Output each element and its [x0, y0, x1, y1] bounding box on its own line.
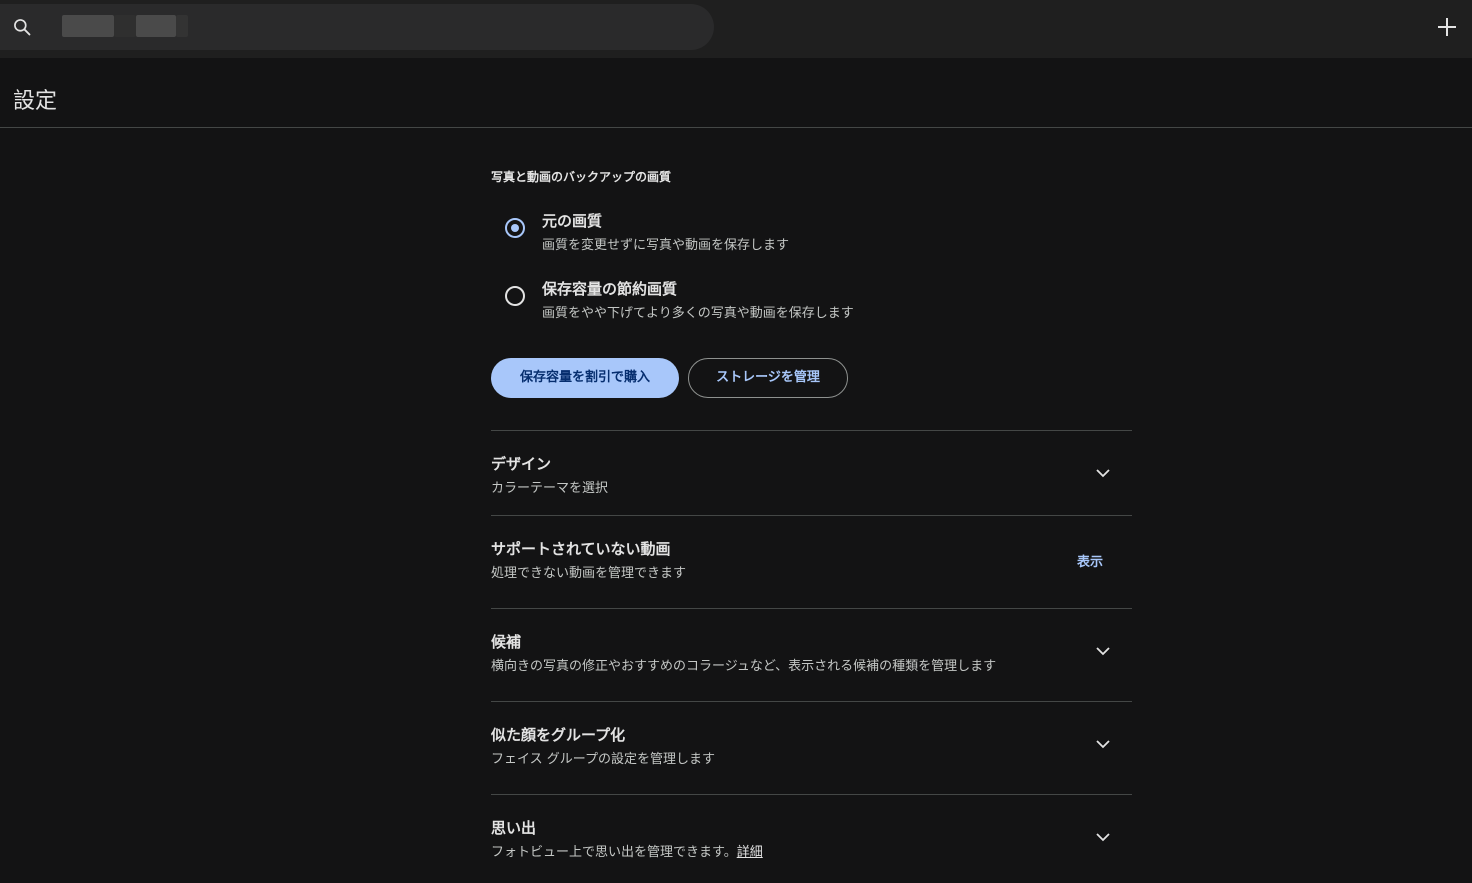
buy-storage-button[interactable]: 保存容量を割引で購入 [491, 358, 679, 398]
setting-row-face-groups[interactable]: 似た顔をグループ化 フェイス グループの設定を管理します [491, 701, 1132, 794]
radio-storage-saver[interactable]: 保存容量の節約画質 画質をやや下げてより多くの写真や動画を保存します [503, 278, 1103, 328]
radio-button-checked[interactable] [505, 218, 525, 238]
details-link[interactable]: 詳細 [737, 845, 763, 860]
chevron-down-icon[interactable] [1093, 827, 1113, 847]
radio-button[interactable] [505, 286, 525, 306]
row-title: 似た顔をグループ化 [491, 726, 626, 744]
top-bar [0, 0, 1472, 58]
setting-row-memories[interactable]: 思い出 フォトビュー上で思い出を管理できます。詳細 [491, 794, 1132, 883]
title-divider [0, 127, 1472, 128]
backup-quality-heading: 写真と動画のバックアップの画質 [491, 170, 672, 184]
redacted-search-text [136, 15, 176, 37]
search-icon[interactable] [12, 17, 32, 37]
setting-row-design[interactable]: デザイン カラーテーマを選択 [491, 430, 1132, 515]
row-title: 候補 [491, 633, 522, 651]
search-bar[interactable] [0, 4, 714, 50]
radio-description: 画質を変更せずに写真や動画を保存します [542, 238, 790, 253]
row-description: 横向きの写真の修正やおすすめのコラージュなど、表示される候補の種類を管理します [491, 659, 997, 674]
radio-original-quality[interactable]: 元の画質 画質を変更せずに写真や動画を保存します [503, 210, 1103, 260]
row-description: カラーテーマを選択 [491, 481, 609, 496]
setting-row-unsupported-videos[interactable]: サポートされていない動画 処理できない動画を管理できます 表示 [491, 515, 1132, 608]
chevron-down-icon[interactable] [1093, 641, 1113, 661]
row-title: サポートされていない動画 [491, 540, 671, 558]
row-description: フェイス グループの設定を管理します [491, 752, 715, 767]
row-description: 処理できない動画を管理できます [491, 566, 687, 581]
redacted-search-text [62, 15, 114, 37]
redacted-search-text [114, 15, 136, 37]
page-title: 設定 [13, 89, 58, 114]
plus-icon[interactable] [1436, 16, 1458, 38]
row-title: デザイン [491, 455, 552, 473]
show-button[interactable]: 表示 [1077, 551, 1103, 570]
row-description: フォトビュー上で思い出を管理できます。詳細 [491, 841, 763, 860]
chevron-down-icon[interactable] [1093, 734, 1113, 754]
radio-dot [511, 224, 519, 232]
memories-description-text: フォトビュー上で思い出を管理できます。 [491, 845, 737, 860]
manage-storage-button[interactable]: ストレージを管理 [688, 358, 848, 398]
setting-row-suggestions[interactable]: 候補 横向きの写真の修正やおすすめのコラージュなど、表示される候補の種類を管理し… [491, 608, 1132, 701]
radio-title: 保存容量の節約画質 [542, 280, 678, 298]
radio-title: 元の画質 [542, 212, 603, 230]
chevron-down-icon[interactable] [1093, 463, 1113, 483]
redacted-search-text [176, 15, 188, 37]
radio-description: 画質をやや下げてより多くの写真や動画を保存します [542, 306, 854, 321]
row-title: 思い出 [491, 819, 537, 837]
